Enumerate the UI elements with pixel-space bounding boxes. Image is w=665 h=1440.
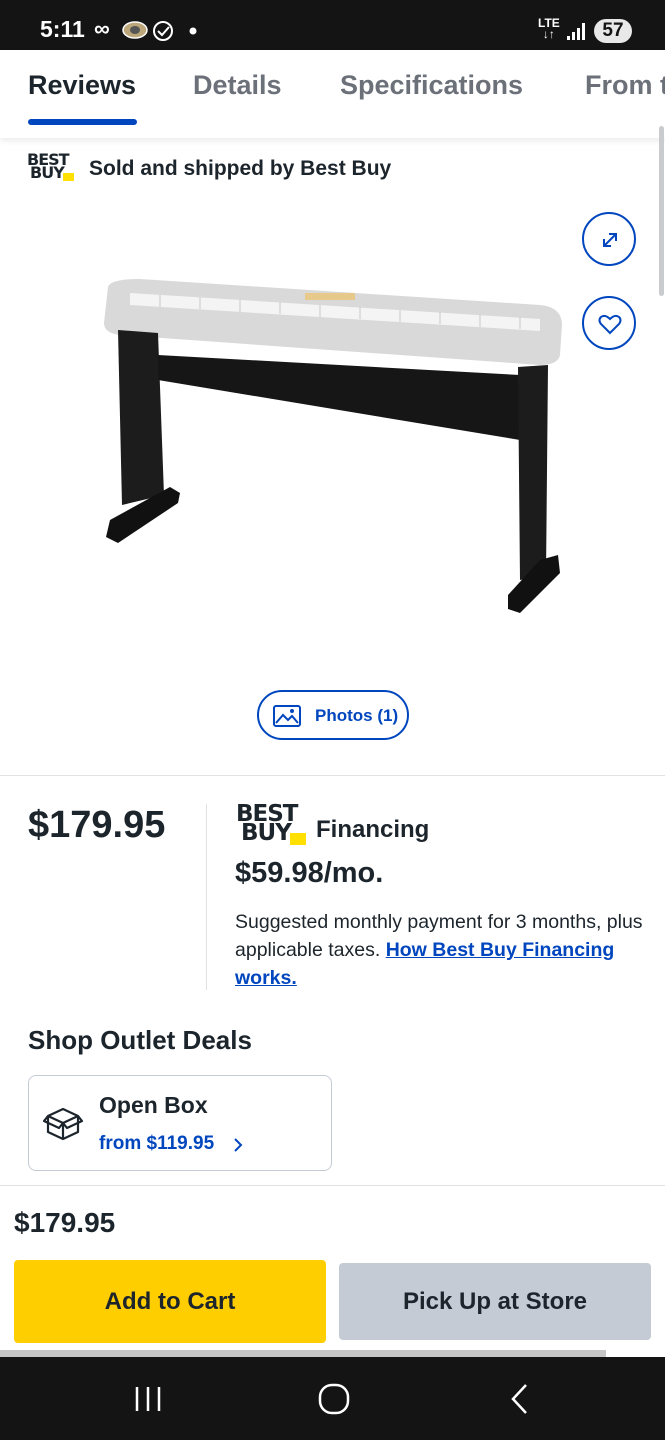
tab-details[interactable]: Details [193, 70, 282, 101]
scrollbar[interactable] [659, 126, 664, 296]
system-nav-bar [0, 1357, 665, 1440]
outlet-heading: Shop Outlet Deals [28, 1025, 252, 1055]
product-image[interactable] [100, 275, 570, 620]
chevron-right-icon [234, 1138, 243, 1152]
expand-icon [603, 233, 617, 247]
heart-icon [598, 314, 622, 335]
financing-label: Financing [316, 816, 430, 843]
progress-strip [0, 1350, 606, 1357]
image-icon [273, 705, 301, 727]
pick-up-at-store-button[interactable]: Pick Up at Store [339, 1263, 651, 1340]
status-time: 5:11 [40, 16, 85, 42]
signal-icon [567, 23, 585, 40]
network-type: LTE ↓↑ [538, 16, 560, 41]
box-icon [43, 1107, 83, 1141]
check-circle-icon [153, 21, 173, 41]
divider [206, 804, 207, 990]
photos-label: Photos (1) [315, 706, 399, 725]
seller-info: Sold and shipped by Best Buy [89, 157, 392, 180]
best-buy-logo: BEST BUY [236, 803, 308, 846]
tab-specifications[interactable]: Specifications [340, 70, 523, 101]
back-icon[interactable] [498, 1379, 542, 1419]
infinity-icon: ∞ [94, 16, 110, 41]
divider [0, 1185, 665, 1186]
open-box-card[interactable]: Open Box from $119.95 [28, 1075, 332, 1171]
best-buy-logo: BEST BUY [27, 152, 75, 183]
tab-reviews[interactable]: Reviews [28, 70, 136, 101]
recent-apps-icon[interactable] [126, 1379, 170, 1419]
financing-description: Suggested monthly payment for 3 months, … [235, 908, 645, 992]
expand-image-button[interactable] [582, 212, 636, 266]
divider [0, 775, 665, 776]
product-price: $179.95 [28, 804, 166, 846]
status-bar: 5:11 ∞ LTE ↓↑ 57 [0, 0, 665, 50]
financing-monthly-price: $59.98/mo. [235, 857, 384, 889]
sticky-price: $179.95 [14, 1207, 116, 1238]
tab-from-the-manufacturer[interactable]: From t [585, 70, 665, 101]
photos-button[interactable]: Photos (1) [257, 690, 409, 740]
active-tab-indicator [28, 119, 137, 125]
battery-indicator: 57 [594, 19, 632, 43]
open-box-price: from $119.95 [99, 1133, 215, 1154]
dot-icon [189, 27, 197, 35]
save-favorite-button[interactable] [582, 296, 636, 350]
home-icon[interactable] [312, 1379, 356, 1419]
add-to-cart-button[interactable]: Add to Cart [14, 1260, 326, 1343]
open-box-title: Open Box [99, 1092, 208, 1118]
coin-icon [122, 21, 148, 39]
tab-bar: Reviews Details Specifications From t [0, 50, 665, 138]
